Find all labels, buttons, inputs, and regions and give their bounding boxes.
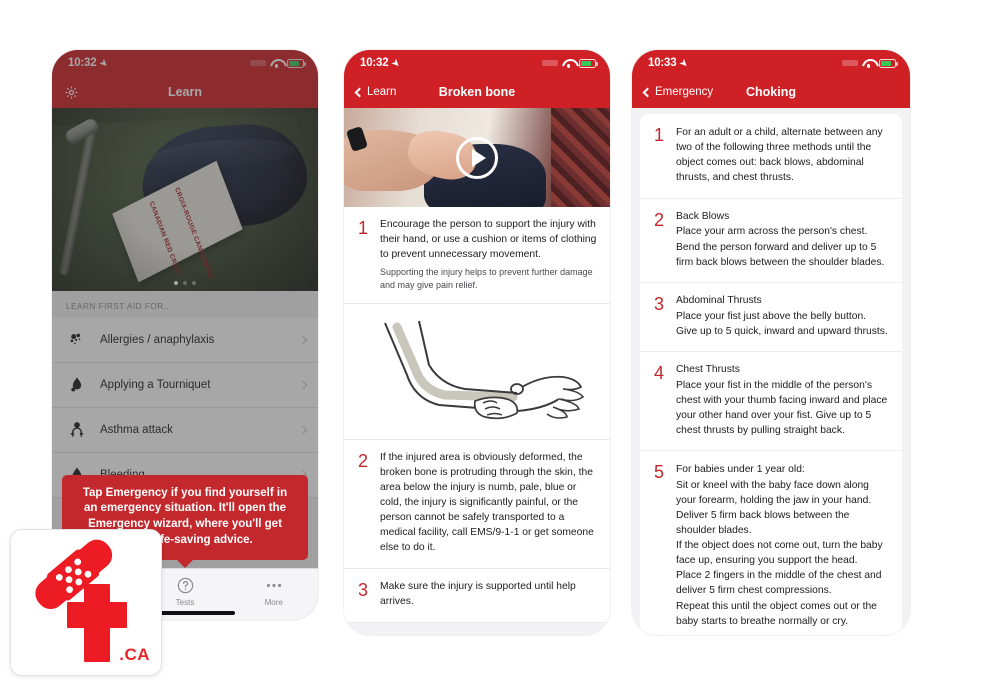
step-item: 1 For an adult or a child, alternate bet… <box>640 114 902 199</box>
allergy-icon <box>66 329 88 351</box>
battery-icon <box>579 58 598 68</box>
step-text: Place your arm across the person's chest… <box>676 226 885 268</box>
wifi-icon <box>270 58 283 68</box>
step-text: Place your fist just above the belly but… <box>676 310 888 337</box>
status-left: 10:33 ➤ <box>648 56 691 69</box>
status-time: 10:32 <box>360 57 389 69</box>
step-number: 2 <box>653 209 664 230</box>
step-number: 2 <box>357 451 368 472</box>
status-bar: 10:32 ➤ <box>52 50 318 76</box>
step-number: 1 <box>357 218 368 238</box>
list-item[interactable]: Applying a Tourniquet <box>52 363 318 408</box>
gear-icon[interactable] <box>64 85 79 100</box>
step-text: Encourage the person to support the inju… <box>380 219 597 260</box>
signal-icon <box>842 60 858 66</box>
page-title: Learn <box>167 85 203 99</box>
ellipsis-icon <box>263 574 285 596</box>
status-time: 10:32 <box>68 57 97 69</box>
step-item: 3 Abdominal Thrusts Place your fist just… <box>640 282 902 352</box>
tab-label: Tests <box>175 598 195 607</box>
step-item: 1 Encourage the person to support the in… <box>344 207 610 305</box>
section-label: LEARN FIRST AID FOR... <box>52 291 318 318</box>
nav-bar: Learn <box>52 76 318 108</box>
step-subtitle: Back Blows <box>676 210 730 222</box>
logo-domain-suffix: .CA <box>119 645 150 664</box>
signal-icon <box>542 60 558 66</box>
nav-bar: Emergency Choking <box>632 76 910 108</box>
step-number: 5 <box>653 462 664 483</box>
chevron-right-icon <box>298 335 308 345</box>
step-item: 2 Back Blows Place your arm across the p… <box>640 198 902 283</box>
location-arrow-icon: ➤ <box>98 56 111 69</box>
phone-screen-broken-bone: 10:32 ➤ Learn Broken bone 1 Encourage th… <box>344 50 610 635</box>
nav-bar: Learn Broken bone <box>344 76 610 108</box>
list-item[interactable]: Allergies / anaphylaxis <box>52 318 318 363</box>
status-bar: 10:32 ➤ <box>344 50 610 76</box>
step-item: 2 If the injured area is obviously defor… <box>344 440 610 569</box>
list-item-label: Asthma attack <box>100 424 173 436</box>
chevron-right-icon <box>298 425 308 435</box>
battery-icon <box>879 58 898 68</box>
qa-section-label: Q&As <box>344 622 610 635</box>
step-item: 4 Chest Thrusts Place your fist in the m… <box>640 351 902 452</box>
red-cross-icon <box>67 584 127 662</box>
step-item: 5 For babies under 1 year old: Sit or kn… <box>640 451 902 635</box>
step-item: 3 Make sure the injury is supported unti… <box>344 568 610 623</box>
video-thumbnail[interactable] <box>344 108 610 207</box>
back-button-label: Learn <box>367 86 397 98</box>
status-right <box>250 58 306 68</box>
list-item-label: Allergies / anaphylaxis <box>100 334 215 346</box>
step-subtext: Supporting the injury helps to prevent f… <box>380 266 593 290</box>
chevron-left-icon <box>354 87 365 97</box>
status-left: 10:32 ➤ <box>360 56 403 69</box>
status-left: 10:32 ➤ <box>68 56 111 69</box>
tab-more[interactable]: More <box>229 574 318 607</box>
play-button-icon[interactable] <box>456 136 498 179</box>
screenshot-canvas: 10:32 ➤ Learn CANAD <box>0 0 1000 700</box>
steps-card: 1 For an adult or a child, alternate bet… <box>640 114 902 635</box>
list-item-label: Applying a Tourniquet <box>100 379 211 391</box>
app-logo-badge: .CA <box>10 529 162 676</box>
step-text: For babies under 1 year old: Sit or knee… <box>676 464 883 627</box>
battery-icon <box>287 58 306 68</box>
location-arrow-icon: ➤ <box>678 56 691 69</box>
step-subtitle: Abdominal Thrusts <box>676 294 762 306</box>
asthma-icon <box>66 419 88 441</box>
tourniquet-icon <box>66 374 88 396</box>
arm-support-illustration <box>344 304 610 441</box>
list-item[interactable]: Asthma attack <box>52 408 318 453</box>
status-right <box>842 58 898 68</box>
question-mark-icon <box>176 574 195 596</box>
step-number: 3 <box>653 293 664 314</box>
status-bar: 10:33 ➤ <box>632 50 910 76</box>
back-button[interactable]: Emergency <box>642 86 714 98</box>
step-number: 3 <box>357 579 368 600</box>
step-number: 1 <box>653 125 664 145</box>
step-text: If the injured area is obviously deforme… <box>380 452 594 553</box>
phone-screen-choking: 10:33 ➤ Emergency Choking 1 For an adult… <box>632 50 910 635</box>
chevron-right-icon <box>298 380 308 390</box>
step-text: Make sure the injury is supported until … <box>380 580 576 607</box>
carousel-dots[interactable] <box>52 281 318 285</box>
location-arrow-icon: ➤ <box>390 56 403 69</box>
status-right <box>542 58 598 68</box>
tab-label: More <box>264 598 283 607</box>
chevron-left-icon <box>642 87 653 97</box>
learn-topic-list: Allergies / anaphylaxis Applying a Tourn… <box>52 318 318 498</box>
back-button[interactable]: Learn <box>354 86 397 98</box>
status-time: 10:33 <box>648 57 677 69</box>
step-text: Place your fist in the middle of the per… <box>676 379 888 437</box>
wifi-icon <box>562 58 575 68</box>
choking-steps-container: 1 For an adult or a child, alternate bet… <box>632 108 910 635</box>
step-text: For an adult or a child, alternate betwe… <box>676 127 883 184</box>
back-button-label: Emergency <box>655 86 714 98</box>
wifi-icon <box>862 58 875 68</box>
step-number: 4 <box>653 362 664 383</box>
hero-photo[interactable]: CANADIAN RED CROSS CROIX-ROUGE CANADIENN… <box>52 108 318 291</box>
signal-icon <box>250 60 266 66</box>
step-subtitle: Chest Thrusts <box>676 363 740 375</box>
